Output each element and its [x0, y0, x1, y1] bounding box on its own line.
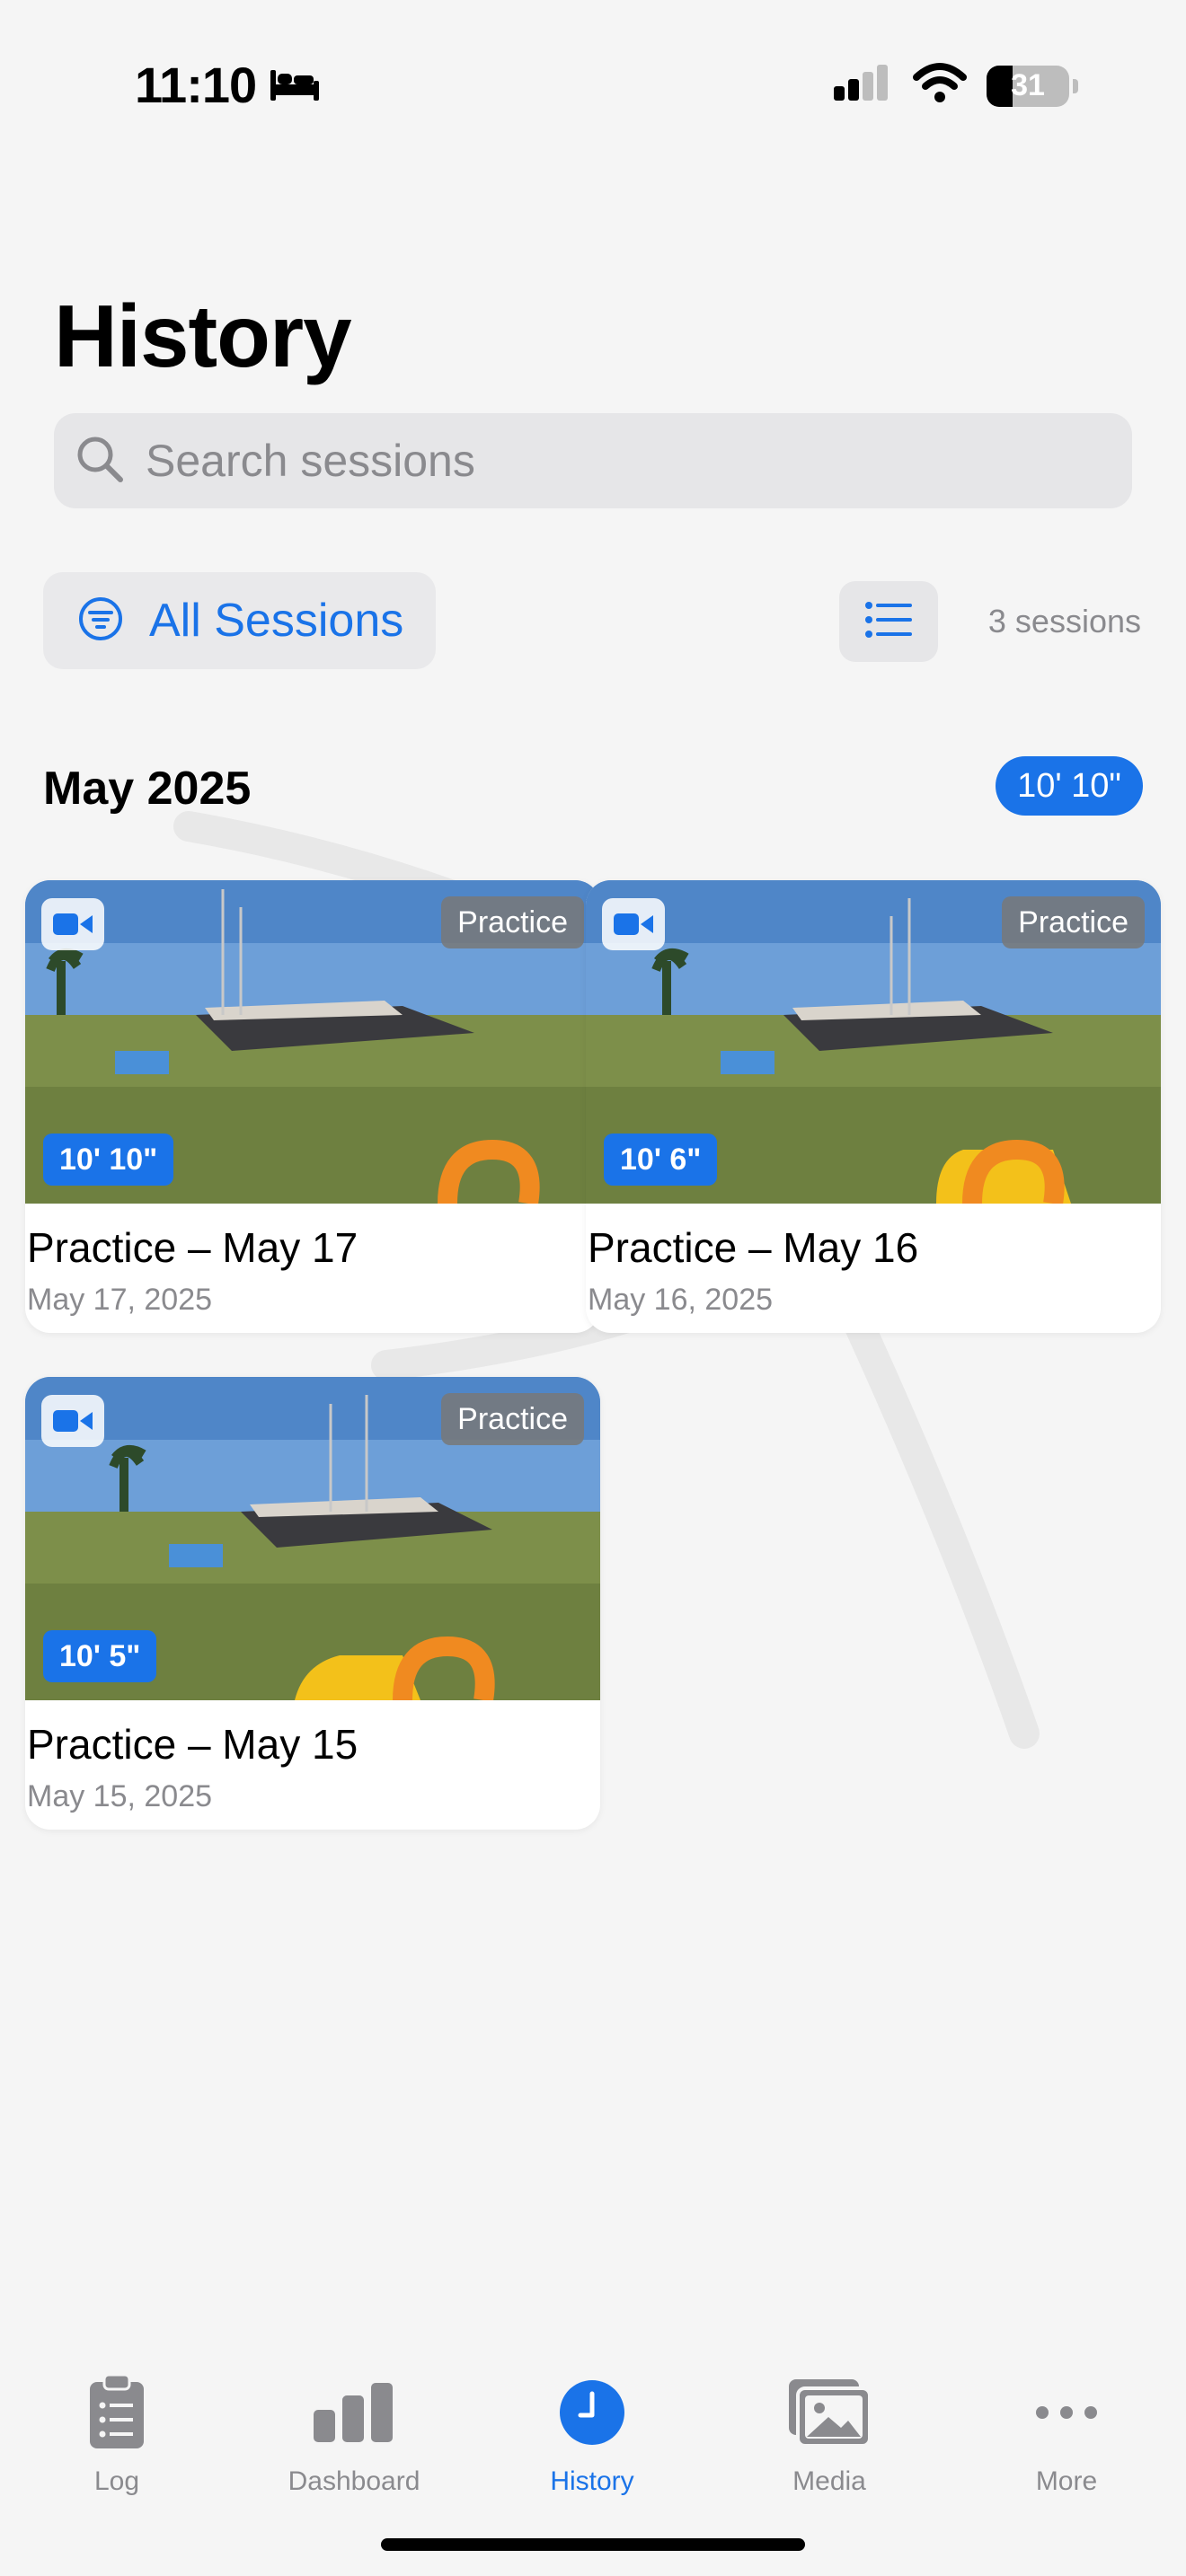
session-card[interactable]: Practice 10' 6" Practice – May 16 May 16… [586, 880, 1161, 1333]
video-icon [41, 898, 104, 950]
month-best-height-badge: 10' 10" [996, 756, 1143, 816]
status-time-text: 11:10 [135, 57, 257, 113]
session-card[interactable]: Practice 10' 10" Practice – May 17 May 1… [25, 880, 600, 1333]
tab-dashboard[interactable]: Dashboard [255, 2335, 453, 2497]
session-title: Practice – May 15 [27, 1721, 358, 1768]
search-input[interactable]: Search sessions [54, 413, 1132, 508]
status-bar: 11:10 31 [0, 0, 1186, 171]
photos-icon [789, 2366, 870, 2459]
tab-label: Media [792, 2466, 866, 2496]
tab-history[interactable]: History [493, 2335, 691, 2497]
list-icon [863, 600, 914, 644]
ellipsis-icon [1035, 2366, 1098, 2459]
session-card[interactable]: Practice 10' 5" Practice – May 15 May 15… [25, 1377, 600, 1830]
session-thumbnail: Practice 10' 10" [25, 880, 600, 1204]
all-sessions-filter-button[interactable]: All Sessions [43, 572, 437, 669]
video-icon [41, 1395, 104, 1447]
bar-chart-icon [314, 2366, 394, 2459]
bed-icon [269, 56, 321, 114]
video-icon [602, 898, 665, 950]
home-indicator[interactable] [381, 2538, 805, 2551]
session-title: Practice – May 16 [588, 1224, 919, 1271]
session-height-badge: 10' 5" [43, 1630, 157, 1682]
battery-level: 31 [1011, 68, 1045, 102]
session-height-badge: 10' 6" [604, 1134, 718, 1186]
session-type-badge: Practice [441, 1393, 584, 1445]
session-date: May 16, 2025 [588, 1283, 774, 1317]
wifi-icon [913, 63, 967, 109]
month-section-title: May 2025 [43, 763, 252, 815]
tab-label: More [1035, 2466, 1098, 2496]
session-title: Practice – May 17 [27, 1224, 358, 1271]
search-placeholder: Search sessions [146, 436, 475, 486]
tab-log[interactable]: Log [18, 2335, 216, 2497]
tab-label: History [550, 2466, 634, 2496]
clipboard-list-icon [88, 2366, 146, 2459]
search-icon [74, 433, 126, 490]
list-view-toggle-button[interactable] [839, 581, 938, 662]
battery-icon: 31 [987, 65, 1069, 107]
battery-nub [1073, 78, 1078, 93]
status-time: 11:10 [135, 56, 321, 114]
session-count: 3 sessions [987, 603, 1141, 640]
session-thumbnail: Practice 10' 6" [586, 880, 1161, 1204]
tab-media[interactable]: Media [730, 2335, 928, 2497]
tab-more[interactable]: More [968, 2335, 1165, 2497]
tab-label: Log [93, 2466, 140, 2496]
cellular-signal-icon [832, 63, 893, 109]
tab-label: Dashboard [288, 2466, 420, 2496]
session-height-badge: 10' 10" [43, 1134, 174, 1186]
session-type-badge: Practice [1002, 896, 1145, 948]
session-type-badge: Practice [441, 896, 584, 948]
page-title: History [54, 287, 352, 385]
filter-icon [77, 595, 124, 647]
session-date: May 15, 2025 [27, 1779, 213, 1813]
session-date: May 17, 2025 [27, 1283, 213, 1317]
clock-icon [559, 2366, 625, 2459]
filter-label: All Sessions [149, 595, 404, 647]
session-thumbnail: Practice 10' 5" [25, 1377, 600, 1700]
